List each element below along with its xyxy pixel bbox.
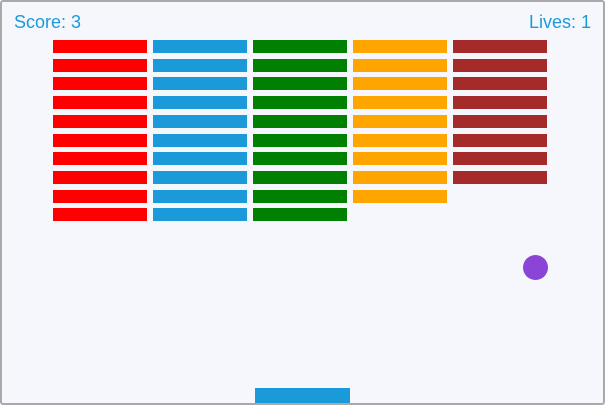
brick — [253, 40, 347, 53]
brick — [453, 40, 547, 53]
brick — [53, 77, 147, 90]
brick — [453, 115, 547, 128]
brick — [153, 59, 247, 72]
brick — [453, 171, 547, 184]
brick — [253, 115, 347, 128]
brick — [453, 59, 547, 72]
brick — [53, 208, 147, 221]
brick — [53, 190, 147, 203]
brick — [353, 59, 447, 72]
brick — [253, 77, 347, 90]
brick — [353, 134, 447, 147]
brick-field — [53, 40, 553, 230]
brick — [153, 77, 247, 90]
brick — [53, 152, 147, 165]
score-display: Score: 3 — [14, 12, 82, 32]
brick — [353, 40, 447, 53]
brick — [253, 208, 347, 221]
brick — [153, 190, 247, 203]
brick — [253, 134, 347, 147]
paddle[interactable] — [255, 388, 350, 403]
brick — [353, 115, 447, 128]
brick — [153, 96, 247, 109]
brick — [53, 115, 147, 128]
brick — [53, 171, 147, 184]
brick — [353, 152, 447, 165]
brick — [153, 115, 247, 128]
brick — [53, 59, 147, 72]
brick — [253, 96, 347, 109]
game-canvas[interactable]: Score: 3 Lives: 1 — [0, 0, 605, 405]
brick — [353, 190, 447, 203]
brick — [153, 134, 247, 147]
brick — [353, 171, 447, 184]
brick — [353, 96, 447, 109]
brick — [253, 152, 347, 165]
brick — [153, 208, 247, 221]
brick — [53, 96, 147, 109]
brick — [53, 40, 147, 53]
brick — [53, 134, 147, 147]
brick — [453, 134, 547, 147]
brick — [453, 152, 547, 165]
ball — [523, 255, 548, 280]
brick — [253, 190, 347, 203]
brick — [153, 152, 247, 165]
brick — [453, 77, 547, 90]
lives-display: Lives: 1 — [528, 12, 591, 32]
brick — [453, 96, 547, 109]
brick — [153, 171, 247, 184]
brick — [153, 40, 247, 53]
brick — [253, 59, 347, 72]
brick — [253, 171, 347, 184]
brick — [353, 77, 447, 90]
